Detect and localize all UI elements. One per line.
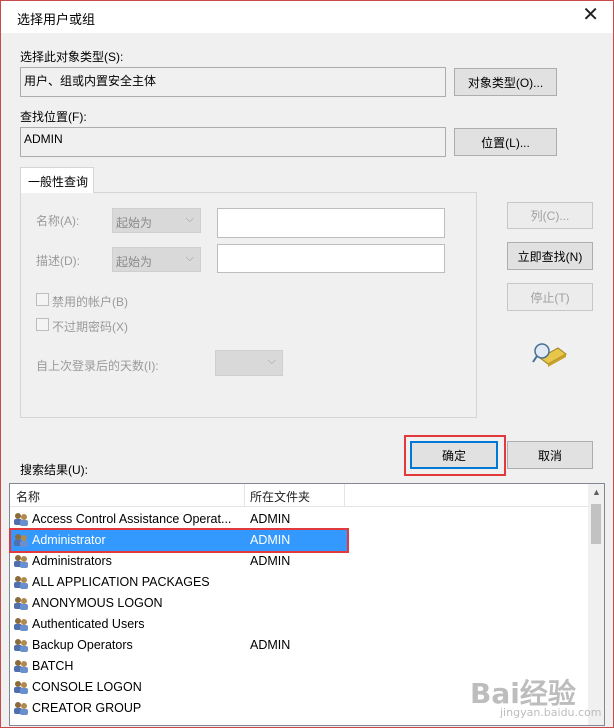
row-name: CREATOR GROUP [32,701,142,715]
disabled-accounts-checkbox[interactable] [36,293,49,306]
location-label: 查找位置(F): [20,110,87,124]
row-name: CONSOLE LOGON [32,680,142,694]
name-label: 名称(A): [36,214,80,228]
table-row[interactable]: Backup Operators ADMIN [10,635,348,656]
name-input[interactable] [217,208,445,238]
row-name: Access Control Assistance Operat... [32,512,232,526]
object-type-label: 选择此对象类型(S): [20,50,124,64]
table-row[interactable]: Access Control Assistance Operat... ADMIN [10,509,348,530]
column-header-folder[interactable]: 所在文件夹 [250,488,310,505]
user-group-icon [14,702,28,715]
location-field: ADMIN [20,127,446,157]
selected-row-highlight-box [9,528,349,553]
find-now-button[interactable]: 立即查找(N) [507,242,593,270]
chevron-down-icon: ⌵ [185,252,194,264]
stop-button[interactable]: 停止(T) [507,283,593,311]
table-row[interactable]: CONSOLE LOGON [10,677,348,698]
column-header-name[interactable]: 名称 [16,488,40,505]
row-name: Backup Operators [32,638,133,652]
object-types-button[interactable]: 对象类型(O)... [454,68,557,96]
user-group-icon [14,555,28,568]
table-row[interactable]: Administrators ADMIN [10,551,348,572]
table-row[interactable]: CREATOR GROUP [10,698,348,719]
table-row[interactable]: ALL APPLICATION PACKAGES [10,572,348,593]
disabled-accounts-label: 禁用的帐户(B) [52,295,128,309]
user-group-icon [14,639,28,652]
title-bar: 选择用户或组 ✕ [1,1,613,33]
close-icon[interactable]: ✕ [582,5,599,25]
description-label: 描述(D): [36,254,80,268]
table-row[interactable]: BATCH [10,656,348,677]
column-divider[interactable] [344,484,345,506]
row-name: Authenticated Users [32,617,145,631]
tab-common-queries[interactable]: 一般性查询 [20,167,94,193]
chevron-down-icon: ⌵ [267,355,276,367]
scroll-up-icon[interactable]: ▲ [592,487,601,497]
row-name: ANONYMOUS LOGON [32,596,163,610]
search-flashlight-icon [532,343,567,367]
results-scrollbar[interactable]: ▲ [588,484,604,725]
cancel-button[interactable]: 取消 [507,441,593,469]
row-name: ALL APPLICATION PACKAGES [32,575,210,589]
days-since-logon-select[interactable]: ⌵ [215,350,283,376]
name-mode-select[interactable]: 起始为 ⌵ [112,208,201,233]
user-group-icon [14,513,28,526]
user-group-icon [14,597,28,610]
row-folder: ADMIN [250,512,291,526]
dialog-title: 选择用户或组 [17,12,96,27]
ok-button[interactable]: 确定 [410,441,498,469]
object-type-field: 用户、组或内置安全主体 [20,67,446,97]
watermark-url: jingyan.baidu.com [500,706,602,719]
table-row[interactable]: Authenticated Users [10,614,348,635]
locations-button[interactable]: 位置(L)... [454,128,557,156]
results-label: 搜索结果(U): [20,463,88,477]
column-divider[interactable] [244,484,245,506]
chevron-down-icon: ⌵ [185,213,194,225]
row-name: BATCH [32,659,74,673]
user-group-icon [14,660,28,673]
description-input[interactable] [217,244,445,273]
scroll-thumb[interactable] [591,504,601,544]
name-mode-value: 起始为 [116,216,153,230]
user-group-icon [14,681,28,694]
user-group-icon [14,576,28,589]
results-header: 名称 所在文件夹 [10,484,590,507]
description-mode-select[interactable]: 起始为 ⌵ [112,247,201,272]
description-mode-value: 起始为 [116,255,153,269]
user-group-icon [14,618,28,631]
row-folder: ADMIN [250,638,291,652]
row-name: Administrators [32,554,112,568]
table-row[interactable]: ANONYMOUS LOGON [10,593,348,614]
days-since-logon-label: 自上次登录后的天数(I): [36,359,159,373]
non-expiring-password-label: 不过期密码(X) [52,320,128,334]
row-folder: ADMIN [250,554,291,568]
columns-button[interactable]: 列(C)... [507,202,593,229]
non-expiring-password-checkbox[interactable] [36,318,49,331]
